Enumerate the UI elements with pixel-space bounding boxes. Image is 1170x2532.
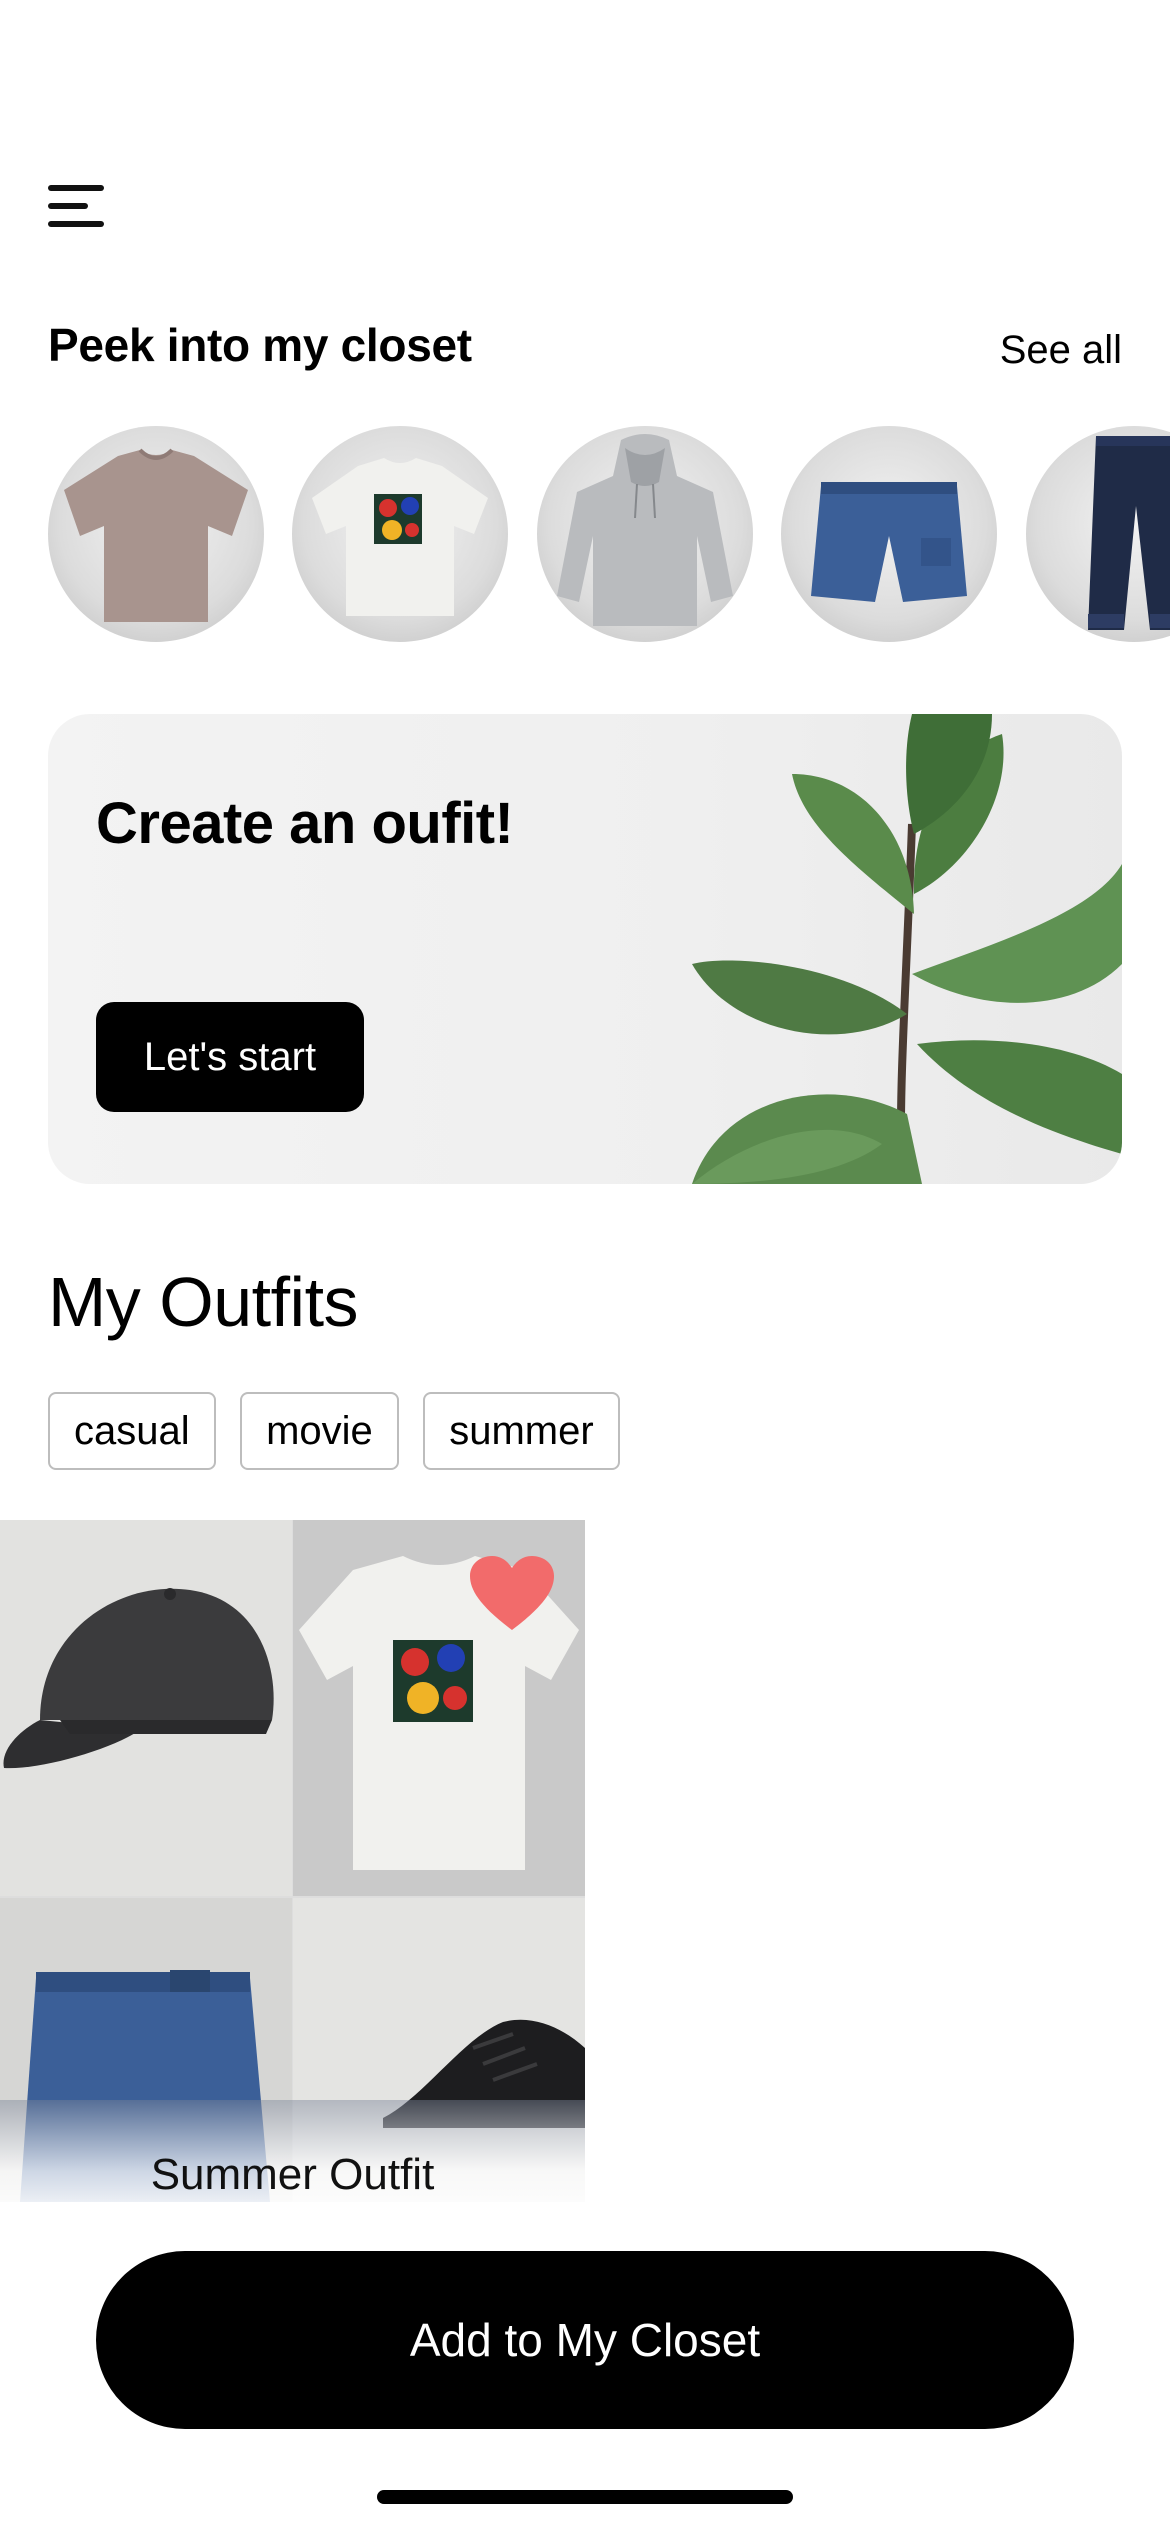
my-outfits-title: My Outfits — [48, 1263, 359, 1341]
cap-image — [0, 1520, 292, 1896]
tag-casual[interactable]: casual — [48, 1392, 216, 1470]
favorite-heart-icon[interactable] — [470, 1556, 554, 1632]
closet-item-tshirt[interactable] — [48, 426, 264, 642]
closet-home-screen: Peek into my closet See all Create an ou… — [0, 0, 1170, 2532]
closet-item-jeans[interactable] — [1025, 426, 1170, 642]
create-outfit-title: Create an oufit! — [96, 791, 514, 856]
lets-start-button[interactable]: Let's start — [96, 1002, 364, 1112]
menu-line — [48, 203, 88, 209]
tshirt-image — [64, 448, 248, 622]
add-to-closet-button[interactable]: Add to My Closet — [96, 2251, 1074, 2429]
hoodie-image — [556, 434, 733, 626]
shorts-image — [811, 482, 968, 602]
create-outfit-banner: Create an oufit! Let's start — [48, 714, 1122, 1184]
menu-line — [48, 221, 104, 227]
jeans-image — [1087, 436, 1170, 630]
closet-item-graphic-tee[interactable] — [292, 426, 509, 642]
plant-image — [692, 714, 1122, 1184]
closet-item-shorts[interactable] — [781, 426, 998, 642]
see-all-link[interactable]: See all — [1000, 328, 1122, 373]
outfit-item-cap — [0, 1520, 292, 1896]
closet-item-hoodie[interactable] — [536, 426, 753, 642]
closet-items-carousel[interactable] — [48, 426, 1170, 642]
closet-section-title: Peek into my closet — [48, 319, 472, 371]
home-indicator[interactable] — [377, 2490, 793, 2504]
tag-summer[interactable]: summer — [423, 1392, 620, 1470]
graphic-tee-image — [312, 458, 489, 616]
tag-movie[interactable]: movie — [240, 1392, 399, 1470]
outfit-name-label: Summer Outfit — [150, 2150, 435, 2199]
outfit-tag-filters: casual movie summer — [48, 1392, 640, 1470]
menu-line — [48, 185, 104, 191]
outfit-card[interactable]: Summer Outfit — [0, 1520, 585, 2202]
hamburger-menu-icon[interactable] — [48, 185, 106, 227]
